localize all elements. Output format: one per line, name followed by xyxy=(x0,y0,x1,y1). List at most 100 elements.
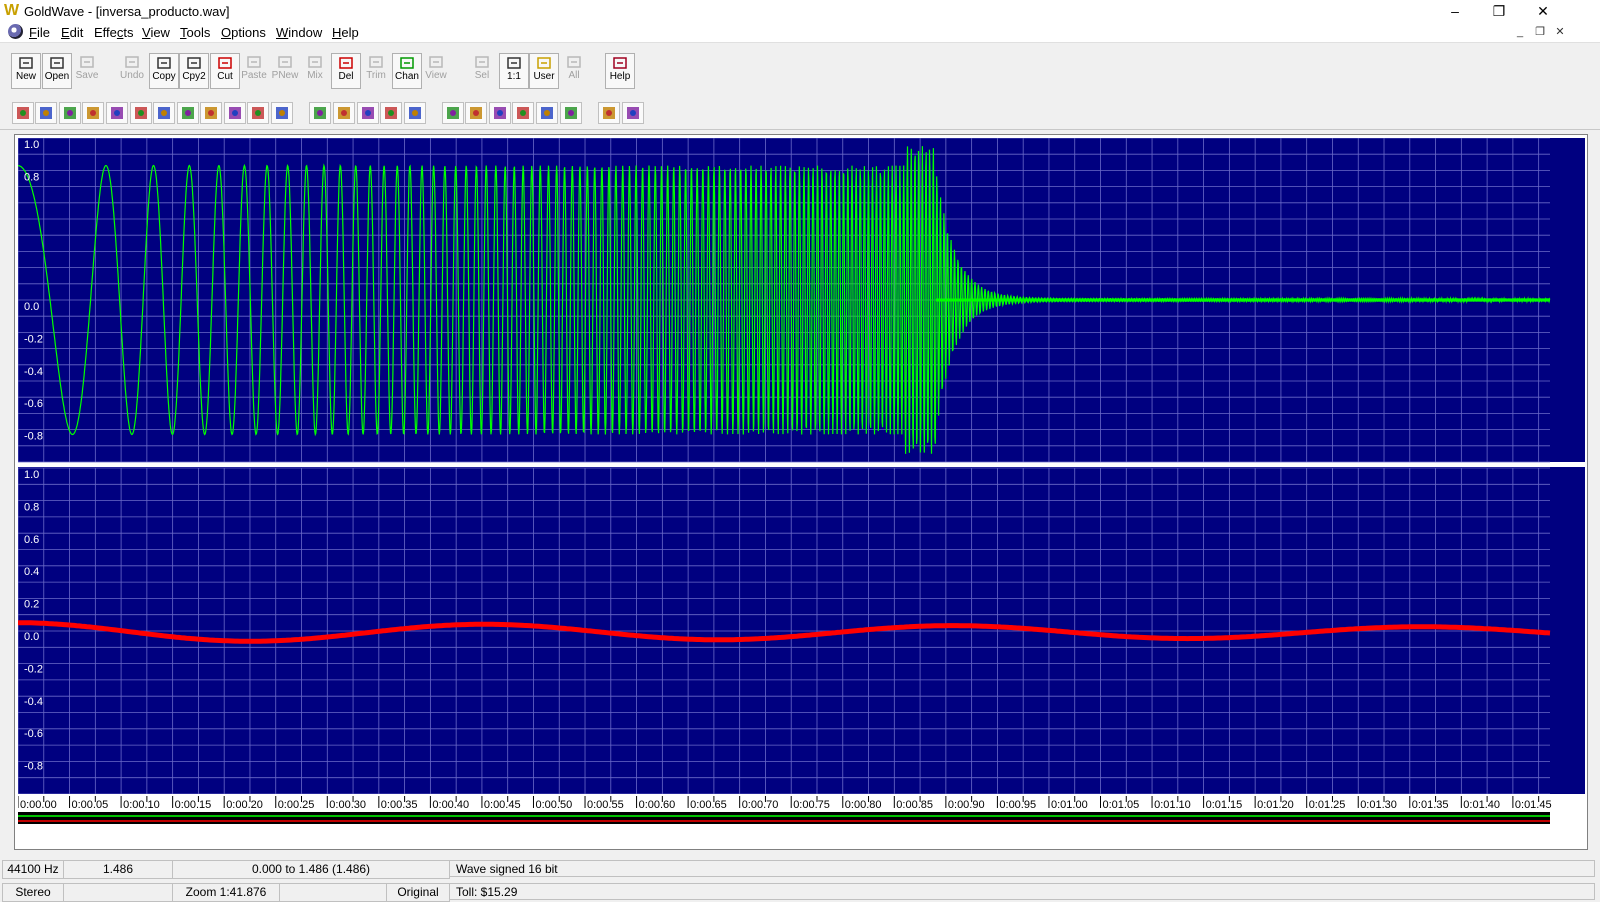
all-button[interactable]: All xyxy=(560,53,588,87)
menu-window[interactable]: Window xyxy=(276,25,322,40)
equalizer-icon[interactable] xyxy=(106,102,128,124)
filter-icon[interactable] xyxy=(153,102,175,124)
user-button[interactable]: User xyxy=(529,53,559,89)
right-channel-wave xyxy=(18,620,1551,644)
doc-restore-button[interactable]: ❐ xyxy=(1532,24,1548,40)
time-tick-label: 0:00.80 xyxy=(845,799,882,811)
status-empty-cell xyxy=(63,883,173,902)
trim-button[interactable]: Trim xyxy=(362,53,390,87)
time-tick-label: 0:01.00 xyxy=(1051,799,1088,811)
markers-icon[interactable] xyxy=(200,102,222,124)
amplitude-tick-label: 0.6 xyxy=(24,534,39,546)
zoom-user-icon xyxy=(534,55,554,71)
time-tick-label: 0:01.20 xyxy=(1257,799,1294,811)
menu-edit[interactable]: Edit xyxy=(61,25,83,40)
amplitude-tick-label: 0.8 xyxy=(24,171,39,183)
doc-minimize-button[interactable]: _ xyxy=(1512,24,1528,40)
reverse-icon[interactable] xyxy=(357,102,379,124)
document-menu-icon[interactable] xyxy=(8,24,23,39)
paste-icon xyxy=(244,54,264,70)
toolbar-button-label: Chan xyxy=(395,71,419,82)
time-tick-label: 0:01.25 xyxy=(1309,799,1346,811)
toolbar-button-label: View xyxy=(425,70,447,81)
expression-evaluator-icon[interactable] xyxy=(622,102,644,124)
menu-tools[interactable]: Tools xyxy=(180,25,210,40)
spectrum-filter-icon[interactable] xyxy=(536,102,558,124)
close-button[interactable]: ✕ xyxy=(1520,0,1566,22)
save-button[interactable]: Save xyxy=(73,53,101,87)
toolbar-button-label: 1:1 xyxy=(507,71,521,82)
help-button[interactable]: Help xyxy=(605,53,635,89)
menu-file[interactable]: File xyxy=(29,25,50,40)
menu-options[interactable]: Options xyxy=(221,25,266,40)
time-tick-label: 0:00.75 xyxy=(793,799,830,811)
chan-button[interactable]: Chan xyxy=(392,53,422,89)
menu-effects[interactable]: Effects xyxy=(94,25,134,40)
amplitude-tick-label: -0.4 xyxy=(24,696,43,708)
time-tick-label: 0:00.95 xyxy=(999,799,1036,811)
auto-gain-icon[interactable] xyxy=(12,102,34,124)
title-bar: W GoldWave - [inversa_producto.wav] – ❐ … xyxy=(0,0,1600,22)
toolbar-button-label: Del xyxy=(338,71,354,82)
time-tick-label: 0:00.25 xyxy=(278,799,315,811)
menu-view[interactable]: View xyxy=(142,25,170,40)
file-length: 1.486 xyxy=(63,860,173,879)
volume-icon[interactable] xyxy=(442,102,464,124)
toolbar-button-label: Mix xyxy=(307,70,323,81)
overview-strip[interactable] xyxy=(18,812,1550,824)
amplitude-tick-label: -0.8 xyxy=(24,431,43,443)
interpolate-icon[interactable] xyxy=(489,102,511,124)
amplitude-tick-label: -0.6 xyxy=(24,398,43,410)
time-tick-label: 0:00.10 xyxy=(123,799,160,811)
channel-icon xyxy=(397,55,417,71)
view-button[interactable]: View xyxy=(422,53,450,87)
echo-icon[interactable] xyxy=(82,102,104,124)
meter-icon[interactable] xyxy=(598,102,620,124)
resample-icon[interactable] xyxy=(333,102,355,124)
time-tick-label: 0:01.40 xyxy=(1463,799,1500,811)
pnew-button[interactable]: PNew xyxy=(271,53,299,87)
mechanize-icon[interactable] xyxy=(224,102,246,124)
minimize-button[interactable]: – xyxy=(1432,0,1478,22)
undo-button[interactable]: Undo xyxy=(118,53,146,87)
del-button[interactable]: Del xyxy=(331,53,361,89)
dynamics-icon[interactable] xyxy=(59,102,81,124)
stereo-icon[interactable] xyxy=(560,102,582,124)
amplitude-tick-label: 0.0 xyxy=(24,301,39,313)
time-tick-label: 0:00.85 xyxy=(896,799,933,811)
invert-icon[interactable] xyxy=(177,102,199,124)
sel-button[interactable]: Sel xyxy=(468,53,496,87)
cpy2-button[interactable]: Cpy2 xyxy=(179,53,209,89)
toolbar-button-label: User xyxy=(533,71,555,82)
paste-button[interactable]: Paste xyxy=(240,53,268,87)
toolbar-button-label: Trim xyxy=(366,70,386,81)
time-tick-label: 0:00.30 xyxy=(329,799,366,811)
silence-icon[interactable] xyxy=(380,102,402,124)
doc-close-button[interactable]: ✕ xyxy=(1552,24,1568,40)
cut-button[interactable]: Cut xyxy=(210,53,240,89)
offset-icon[interactable] xyxy=(247,102,269,124)
waveform-display[interactable]: 1.0 0.8 0.0 -0.2 -0.4 -0.6 -0.8 1.0 0.8 0.6 0.4 0.2… xyxy=(17,137,1585,824)
open-button[interactable]: Open xyxy=(42,53,72,89)
11-button[interactable]: 1:1 xyxy=(499,53,529,89)
main-toolbar: New Open Save Undo Copy Cpy2 Cut Paste PNew Mix De… xyxy=(0,43,1600,89)
new-button[interactable]: New xyxy=(11,53,41,89)
fade-icon[interactable] xyxy=(130,102,152,124)
menu-help[interactable]: Help xyxy=(332,25,359,40)
restore-button[interactable]: ❐ xyxy=(1476,0,1522,22)
amplitude-tick-label: 1.0 xyxy=(24,469,39,481)
time-tick-label: 0:00.90 xyxy=(948,799,985,811)
copy-button[interactable]: Copy xyxy=(149,53,179,89)
change-pitch-icon[interactable] xyxy=(35,102,57,124)
waveform-canvas[interactable]: 1.0 0.8 0.0 -0.2 -0.4 -0.6 -0.8 1.0 0.8 0.6 0.4 0.2… xyxy=(17,137,1585,824)
pan-icon[interactable] xyxy=(271,102,293,124)
amplitude-tick-label: 0.0 xyxy=(24,631,39,643)
zoom-select-icon xyxy=(472,54,492,70)
playback-rate-icon[interactable] xyxy=(309,102,331,124)
time-tick-label: 0:01.05 xyxy=(1103,799,1140,811)
doppler-icon[interactable] xyxy=(465,102,487,124)
file-format: Wave signed 16 bit xyxy=(449,860,1595,877)
noise-reduction-icon[interactable] xyxy=(512,102,534,124)
time-warp-icon[interactable] xyxy=(404,102,426,124)
mix-button[interactable]: Mix xyxy=(301,53,329,87)
